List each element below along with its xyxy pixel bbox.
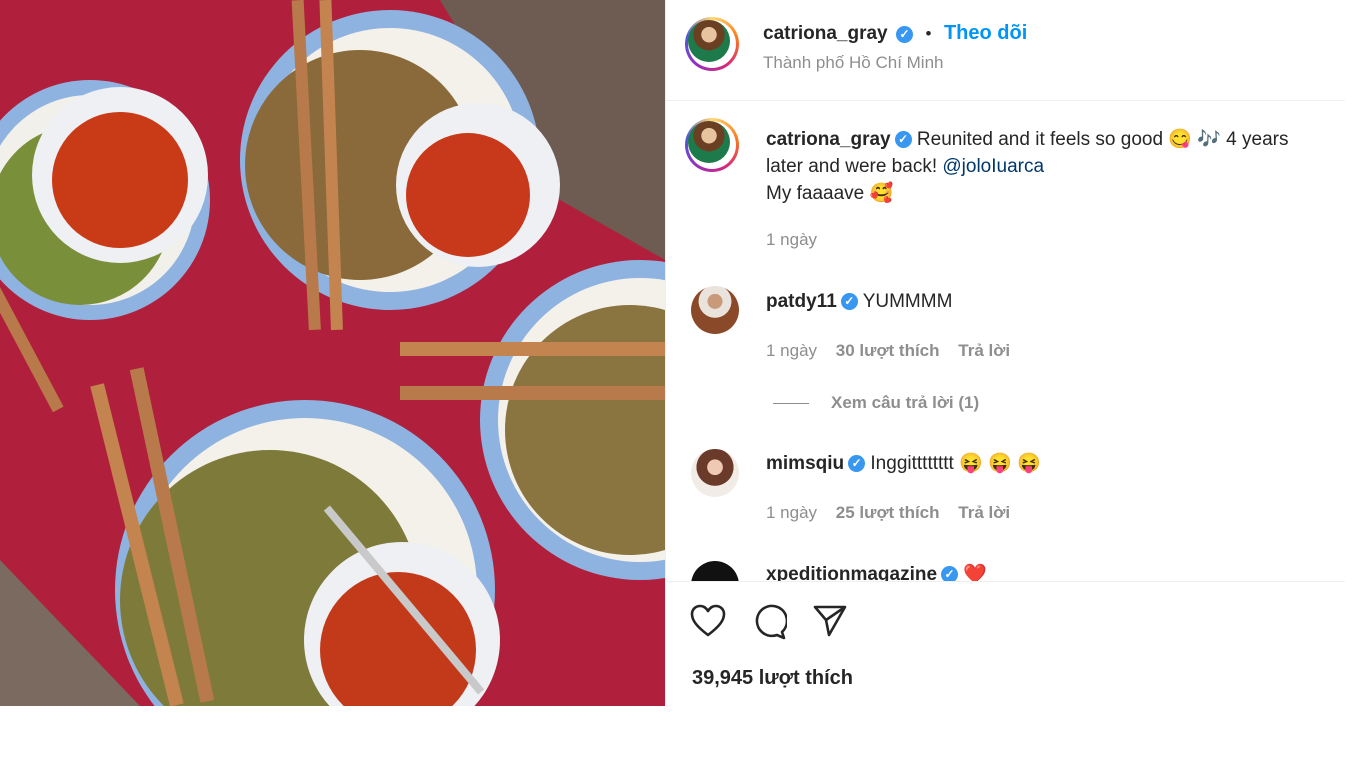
comment-likes[interactable]: 25 lượt thích: [836, 503, 940, 522]
commenter-avatar[interactable]: [691, 286, 739, 334]
verified-icon: ✓: [840, 293, 858, 311]
post-photo[interactable]: [0, 0, 665, 706]
verified-icon: ✓: [848, 455, 866, 473]
comment-likes[interactable]: 30 lượt thích: [836, 341, 940, 360]
view-replies-button[interactable]: Xem câu trả lời (1): [831, 393, 979, 413]
post-dialog: catriona_gray ✓ • Theo dõi Thành phố Hồ …: [0, 0, 1345, 706]
caption-time[interactable]: 1 ngày: [766, 230, 817, 250]
comment: mimsqiu ✓ Inggitttttttt 😝 😝 😝: [766, 450, 1041, 477]
likes-count[interactable]: 39,945 lượt thích: [692, 667, 853, 690]
caption-username[interactable]: catriona_gray: [766, 129, 891, 150]
reply-button[interactable]: Trả lời: [958, 341, 1010, 360]
post-actions: 39,945 lượt thích: [666, 581, 1345, 706]
comment-meta: 1 ngày 25 lượt thích Trả lời: [766, 503, 1010, 523]
comment: xpeditionmagazine ✓ ❤️: [766, 561, 987, 581]
post-header: catriona_gray ✓ • Theo dõi Thành phố Hồ …: [666, 0, 1345, 101]
post-side-panel: catriona_gray ✓ • Theo dõi Thành phố Hồ …: [665, 0, 1345, 706]
comment-username[interactable]: xpeditionmagazine: [766, 564, 937, 581]
food-photo: [0, 0, 665, 706]
commenter-avatar[interactable]: [691, 449, 739, 497]
author-username[interactable]: catriona_gray: [763, 23, 888, 44]
verified-icon: ✓: [894, 131, 912, 149]
caption-text-2: later and were back!: [766, 156, 943, 177]
comment: patdy11 ✓ YUMMMM: [766, 288, 952, 315]
comment-username[interactable]: patdy11: [766, 291, 837, 312]
heart-icon[interactable]: [690, 604, 726, 638]
caption-author-avatar[interactable]: [685, 118, 739, 172]
comments-section[interactable]: catriona_gray ✓ Reunited and it feels so …: [666, 101, 1345, 581]
comment-text: Inggitttttttt 😝 😝 😝: [870, 453, 1041, 474]
commenter-avatar[interactable]: [691, 561, 739, 581]
post-location[interactable]: Thành phố Hồ Chí Minh: [763, 53, 944, 73]
caption-text-3: My faaaave 🥰: [766, 183, 894, 204]
comment-time[interactable]: 1 ngày: [766, 503, 817, 522]
replies-line: [773, 403, 809, 404]
dot-separator: •: [925, 24, 932, 43]
comment-meta: 1 ngày 30 lượt thích Trả lời: [766, 341, 1010, 361]
comment-username[interactable]: mimsqiu: [766, 453, 844, 474]
verified-icon: ✓: [896, 26, 914, 44]
comment-icon[interactable]: [751, 604, 787, 640]
comment-time[interactable]: 1 ngày: [766, 341, 817, 360]
author-avatar[interactable]: [685, 17, 739, 71]
caption-mention[interactable]: @joloIuarca: [942, 156, 1044, 177]
comment-text: ❤️: [963, 564, 987, 581]
caption-text-1: Reunited and it feels so good 😋 🎶 4 year…: [916, 129, 1289, 150]
verified-icon: ✓: [941, 566, 959, 581]
caption: catriona_gray ✓ Reunited and it feels so …: [766, 126, 1336, 207]
follow-button[interactable]: Theo dõi: [944, 22, 1027, 44]
reply-button[interactable]: Trả lời: [958, 503, 1010, 522]
share-icon[interactable]: [812, 604, 848, 638]
comment-text: YUMMMM: [862, 291, 953, 312]
